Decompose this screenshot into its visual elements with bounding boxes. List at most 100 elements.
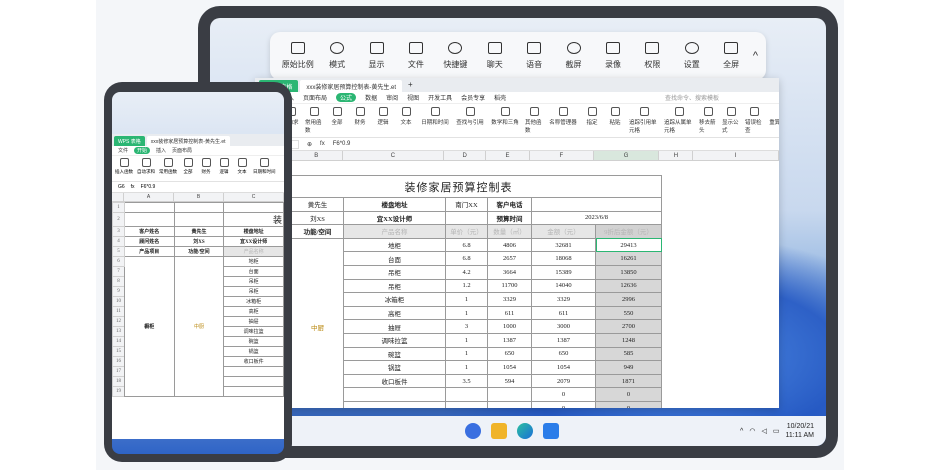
toolbar-mode-grid-button[interactable]: 模式 [317, 42, 356, 70]
phone-wps-app-tab[interactable]: WPS 表格 [114, 136, 145, 146]
menu-8[interactable]: 会员专享 [461, 93, 485, 102]
row-number[interactable]: 11 [112, 306, 125, 317]
data-cell[interactable]: 11700 [487, 278, 532, 294]
phone-fx-icon[interactable]: fx [131, 184, 135, 190]
data-cell[interactable]: 18068 [531, 251, 596, 266]
data-cell[interactable] [487, 400, 532, 408]
battery-icon[interactable]: ▭ [773, 427, 780, 435]
data-cell[interactable]: 3 [445, 319, 488, 334]
data-cell[interactable]: 0 [595, 387, 662, 402]
phone-ribbon-button[interactable]: 常用函数 [159, 158, 177, 179]
row-number[interactable]: 7 [112, 266, 125, 277]
data-cell[interactable]: 锅篮 [343, 360, 446, 375]
ribbon-button[interactable]: 追踪引用单元格 [629, 107, 659, 134]
ribbon-button[interactable]: 逻辑 [374, 107, 392, 126]
phone-ribbon-button[interactable]: 自动求和 [137, 158, 155, 179]
menu-6[interactable]: 视图 [407, 93, 419, 102]
phone-item-cell[interactable]: 锅篮 [223, 346, 284, 357]
data-cell[interactable]: 2079 [531, 373, 596, 389]
row-number[interactable]: 6 [112, 256, 125, 267]
phone-item-cell[interactable]: 吊柜 [223, 286, 284, 297]
data-cell[interactable]: 吊柜 [343, 278, 446, 294]
cell[interactable]: 宜XX设计师 [343, 210, 446, 226]
row-number[interactable]: 18 [112, 376, 125, 387]
row-number[interactable]: 12 [112, 316, 125, 327]
data-cell[interactable] [343, 400, 446, 408]
phone-product-cell[interactable]: 橱柜 [123, 256, 175, 397]
data-cell[interactable]: 1000 [487, 319, 532, 334]
column-header[interactable]: E [486, 151, 530, 160]
new-tab-button[interactable]: + [404, 80, 417, 92]
data-cell[interactable] [445, 400, 488, 408]
phone-ribbon-button[interactable]: 全部 [181, 158, 195, 179]
document-tab[interactable]: xxx装修家居预算控制表-黄先生.et [300, 80, 403, 92]
data-cell[interactable] [487, 387, 532, 402]
row-number[interactable]: 9 [112, 286, 125, 297]
data-cell[interactable]: 碗篮 [343, 346, 446, 362]
phone-ribbon-button[interactable]: 插入函数 [115, 158, 133, 179]
phone-item-cell[interactable]: 台面 [223, 266, 284, 277]
edge-browser-icon[interactable] [517, 423, 533, 439]
data-cell[interactable]: 6.8 [445, 251, 488, 266]
row-number[interactable]: 10 [112, 296, 125, 307]
phone-item-cell[interactable] [223, 376, 284, 387]
data-cell[interactable]: 4806 [487, 237, 532, 253]
data-cell[interactable]: 1 [445, 305, 488, 321]
chevron-up-icon[interactable]: ^ [740, 428, 743, 435]
toolbar-lock-button[interactable]: 权限 [633, 42, 672, 70]
data-cell[interactable]: 594 [487, 373, 532, 389]
cell[interactable]: 刘XS [291, 210, 344, 226]
data-cell[interactable]: 29413 [595, 237, 662, 253]
ribbon-button[interactable]: 显示公式 [722, 107, 740, 134]
cell[interactable]: 南门XX [445, 197, 488, 212]
ribbon-button[interactable]: 财务 [351, 107, 369, 126]
row-number[interactable]: 15 [112, 346, 125, 357]
ribbon-button[interactable]: 查找与引用 [455, 107, 485, 126]
toolbar-gear-button[interactable]: 设置 [672, 42, 711, 70]
phone-cell[interactable]: 刘XS [173, 236, 225, 247]
ribbon-button[interactable]: 数学和三角 [490, 107, 520, 126]
data-cell[interactable]: 611 [487, 305, 532, 321]
data-cell[interactable]: 3000 [531, 319, 596, 334]
phone-ribbon-button[interactable]: 逻辑 [217, 158, 231, 179]
cell[interactable]: 黄先生 [291, 197, 344, 212]
data-cell[interactable]: 32681 [531, 237, 596, 253]
phone-title-cell[interactable]: 装 [223, 212, 284, 227]
chat-app-icon[interactable] [465, 423, 481, 439]
collapse-chevron-icon[interactable]: ^ [753, 50, 758, 62]
data-cell[interactable]: 3329 [487, 292, 532, 307]
data-cell[interactable]: 冰箱柜 [343, 292, 446, 307]
data-cell[interactable]: 15389 [531, 264, 596, 280]
phone-cell[interactable]: 顾问姓名 [123, 236, 175, 247]
formula-input[interactable]: F6*0.9 [333, 141, 351, 147]
header-cell[interactable]: 数量（㎡） [487, 224, 532, 239]
phone-document-tab[interactable]: xxx装修家居预算控制表-黄先生.et [146, 136, 230, 146]
sheet-title[interactable]: 装修家居预算控制表 [255, 175, 662, 198]
menu-3[interactable]: 公式 [336, 93, 357, 102]
phone-column-header[interactable]: A [124, 193, 174, 201]
data-cell[interactable]: 1 [445, 346, 488, 362]
phone-item-cell[interactable]: 抽屉 [223, 316, 284, 327]
header-cell[interactable]: 金额（元） [531, 224, 596, 239]
menu-5[interactable]: 审阅 [386, 93, 398, 102]
data-cell[interactable]: 550 [595, 305, 662, 321]
ribbon-button[interactable]: 日期和时间 [420, 107, 450, 126]
data-cell[interactable]: 3664 [487, 264, 532, 280]
ribbon-button[interactable]: 错误检查 [745, 107, 763, 134]
cell[interactable]: 客户电话 [487, 197, 532, 212]
phone-item-cell[interactable]: 调味拉篮 [223, 326, 284, 337]
data-cell[interactable]: 14040 [531, 278, 596, 294]
ribbon-button[interactable]: 追踪从属单元格 [664, 107, 694, 134]
zoom-icon[interactable]: ⊕ [307, 141, 312, 148]
phone-item-cell[interactable]: 高柜 [223, 306, 284, 317]
data-cell[interactable]: 台面 [343, 251, 446, 266]
toolbar-fullscreen-button[interactable]: 全屏 [711, 42, 750, 70]
phone-ribbon-button[interactable]: 日期和时间 [253, 158, 276, 179]
phone-cell[interactable]: 宜XX设计师 [223, 236, 284, 247]
column-header[interactable]: G [593, 151, 660, 160]
data-cell[interactable]: 1387 [487, 332, 532, 348]
toolbar-folder-button[interactable]: 文件 [396, 42, 435, 70]
phone-menu-2[interactable]: 插入 [156, 147, 166, 154]
column-header[interactable]: F [530, 151, 594, 160]
row-number[interactable]: 2 [112, 212, 125, 227]
